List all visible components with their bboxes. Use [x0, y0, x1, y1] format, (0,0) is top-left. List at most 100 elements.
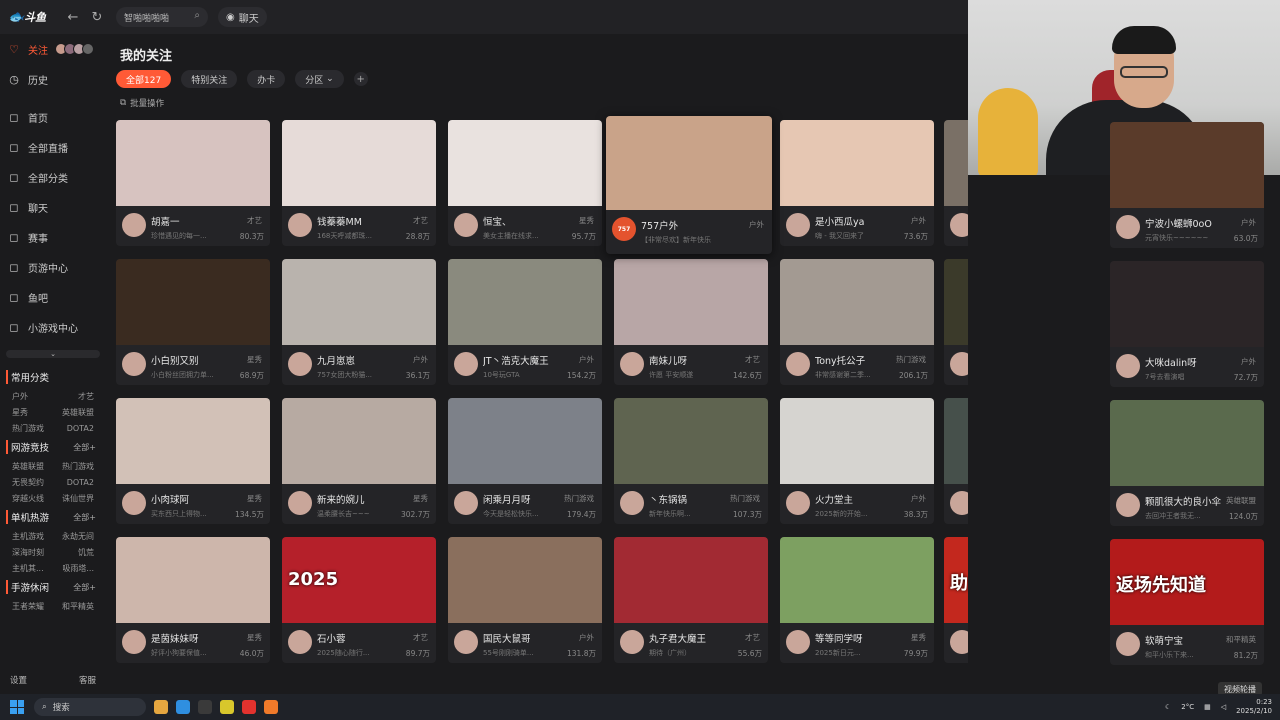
stream-thumbnail[interactable]: [448, 259, 602, 345]
streamer-name[interactable]: 是小西瓜ya: [815, 214, 895, 228]
avatar[interactable]: [454, 630, 478, 654]
avatar[interactable]: [454, 491, 478, 515]
avatar[interactable]: [620, 630, 644, 654]
stream-card[interactable]: 钱蓁蓁MM 才艺 168天呼减都珠... 28.8万: [282, 120, 436, 246]
streamer-name[interactable]: JT丶浩克大魔王: [483, 353, 563, 367]
avatar[interactable]: [1116, 493, 1140, 517]
stream-thumbnail[interactable]: 2025: [282, 537, 436, 623]
streamer-name[interactable]: 小白别又别: [151, 353, 231, 367]
avatar[interactable]: [122, 491, 146, 515]
sidebar-item-3[interactable]: ◻ 聊天: [0, 192, 106, 222]
category-link[interactable]: 饥荒: [78, 547, 94, 558]
streamer-name[interactable]: 钱蓁蓁MM: [317, 214, 397, 228]
stream-thumbnail[interactable]: [780, 537, 934, 623]
stream-thumbnail[interactable]: [116, 259, 270, 345]
category-link[interactable]: DOTA2: [67, 478, 94, 487]
stream-card[interactable]: 国民大鼠哥 户外 55号刚刚骑单... 131.8万: [448, 537, 602, 663]
chat-button[interactable]: ◉ 聊天: [218, 7, 267, 27]
avatar[interactable]: [454, 213, 478, 237]
category-link[interactable]: 英雄联盟: [12, 461, 44, 472]
stream-thumbnail[interactable]: [1110, 122, 1264, 208]
avatar[interactable]: [454, 352, 478, 376]
avatar[interactable]: [122, 352, 146, 376]
stream-card[interactable]: 颗肌很大的良小伞 英雄联盟 去回冲王者我无... 124.0万: [1110, 400, 1264, 526]
stream-card[interactable]: 大咪dalin呀 户外 7号去看演唱 72.7万: [1110, 261, 1264, 387]
sidebar-item-7[interactable]: ◻ 小游戏中心: [0, 312, 106, 342]
stream-thumbnail[interactable]: [614, 398, 768, 484]
clock[interactable]: 0:23 2025/2/10: [1236, 698, 1272, 716]
filter-special[interactable]: 特别关注: [181, 70, 238, 88]
streamer-name[interactable]: 胡嘉一: [151, 214, 231, 228]
stream-card[interactable]: JT丶浩克大魔王 户外 10号玩GTA 154.2万: [448, 259, 602, 385]
category-link[interactable]: 热门游戏: [12, 423, 44, 434]
streamer-name[interactable]: 大咪dalin呀: [1145, 355, 1225, 369]
more-link[interactable]: 全部+: [73, 442, 96, 453]
category-link[interactable]: 诛仙世界: [62, 493, 94, 504]
streamer-name[interactable]: 新来的婉儿: [317, 492, 397, 506]
streamer-name[interactable]: 闲乘月月呀: [483, 492, 563, 506]
stream-thumbnail[interactable]: [116, 120, 270, 206]
avatar[interactable]: [1116, 354, 1140, 378]
avatar[interactable]: [620, 352, 644, 376]
more-link[interactable]: 全部+: [73, 582, 96, 593]
category-link[interactable]: 吸雨塔...: [62, 563, 94, 574]
stream-thumbnail[interactable]: [282, 398, 436, 484]
streamer-name[interactable]: 是茵妹妹呀: [151, 631, 231, 645]
streamer-name[interactable]: 丸子君大魔王: [649, 631, 729, 645]
stream-thumbnail[interactable]: [282, 259, 436, 345]
avatar[interactable]: [288, 213, 312, 237]
stream-card[interactable]: 九月崽崽 户外 757女团大粉猫... 36.1万: [282, 259, 436, 385]
avatar[interactable]: [620, 491, 644, 515]
stream-card[interactable]: 火力堂主 户外 2025新的开始... 38.3万: [780, 398, 934, 524]
more-link[interactable]: 全部+: [73, 512, 96, 523]
edge-icon[interactable]: [176, 700, 190, 714]
expand-toggle[interactable]: ⌄: [6, 350, 100, 358]
category-link[interactable]: 热门游戏: [62, 461, 94, 472]
stream-card[interactable]: 胡嘉一 才艺 珍惜遇见的每一... 80.3万: [116, 120, 270, 246]
avatar[interactable]: [122, 630, 146, 654]
avatar[interactable]: 757: [612, 217, 636, 241]
sidebar-item-1[interactable]: ◻ 全部直播: [0, 132, 106, 162]
sidebar-item-2[interactable]: ◻ 全部分类: [0, 162, 106, 192]
folder-icon[interactable]: [154, 700, 168, 714]
stream-thumbnail[interactable]: 返场先知道: [1110, 539, 1264, 625]
category-link[interactable]: 无畏契约: [12, 477, 44, 488]
taskbar-search[interactable]: ⌕ 搜索: [34, 698, 146, 716]
avatar[interactable]: [786, 630, 810, 654]
stream-card[interactable]: 闲乘月月呀 热门游戏 今天是轻松快乐... 179.4万: [448, 398, 602, 524]
streamer-name[interactable]: 宁波小螺蛳0oO: [1145, 216, 1225, 230]
netease-icon[interactable]: [242, 700, 256, 714]
stream-thumbnail[interactable]: [448, 398, 602, 484]
streamer-name[interactable]: 恒宝、: [483, 214, 563, 228]
search-icon[interactable]: ⌕: [194, 10, 200, 21]
douyu-app-icon[interactable]: [264, 700, 278, 714]
stream-card[interactable]: 南妹儿呀 才艺 许愿 平安顺遂 142.6万: [614, 259, 768, 385]
filter-card[interactable]: 办卡: [247, 70, 286, 88]
filter-all[interactable]: 全部127: [116, 70, 172, 88]
streamer-name[interactable]: 九月崽崽: [317, 353, 397, 367]
filter-zone[interactable]: 分区 ⌄: [295, 70, 344, 88]
category-link[interactable]: DOTA2: [67, 424, 94, 433]
add-filter-icon[interactable]: +: [353, 72, 368, 86]
refresh-icon[interactable]: ↻: [88, 8, 106, 26]
stream-thumbnail[interactable]: [614, 259, 768, 345]
stream-thumbnail[interactable]: [780, 259, 934, 345]
stream-card[interactable]: 是茵妹妹呀 星秀 好评小狗要保值... 46.0万: [116, 537, 270, 663]
streamer-name[interactable]: 小肉球阿: [151, 492, 231, 506]
stream-card[interactable]: 新来的婉儿 星秀 温柔腰长吉~~~ 302.7万: [282, 398, 436, 524]
batch-operation[interactable]: ⧉ 批量操作: [120, 97, 164, 109]
stream-card[interactable]: 小肉球阿 星秀 买东西只上得物... 134.5万: [116, 398, 270, 524]
avatar[interactable]: [786, 213, 810, 237]
stream-card[interactable]: 757 757户外 户外 【非常尽欢】新年快乐...: [606, 116, 772, 254]
category-link[interactable]: 主机游戏: [12, 531, 44, 542]
category-link[interactable]: 户外: [12, 391, 28, 402]
category-link[interactable]: 王者荣耀: [12, 601, 44, 612]
stream-thumbnail[interactable]: [116, 398, 270, 484]
avatar[interactable]: [288, 630, 312, 654]
stream-thumbnail[interactable]: [606, 116, 772, 210]
network-icon[interactable]: ▦: [1204, 703, 1211, 711]
stream-card[interactable]: 返场先知道 软萌宁宝 和平精英 和平小乐下来... 81.2万: [1110, 539, 1264, 665]
stream-thumbnail[interactable]: [614, 537, 768, 623]
streamer-name[interactable]: 石小蓉: [317, 631, 397, 645]
streamer-name[interactable]: 757户外: [641, 218, 721, 232]
